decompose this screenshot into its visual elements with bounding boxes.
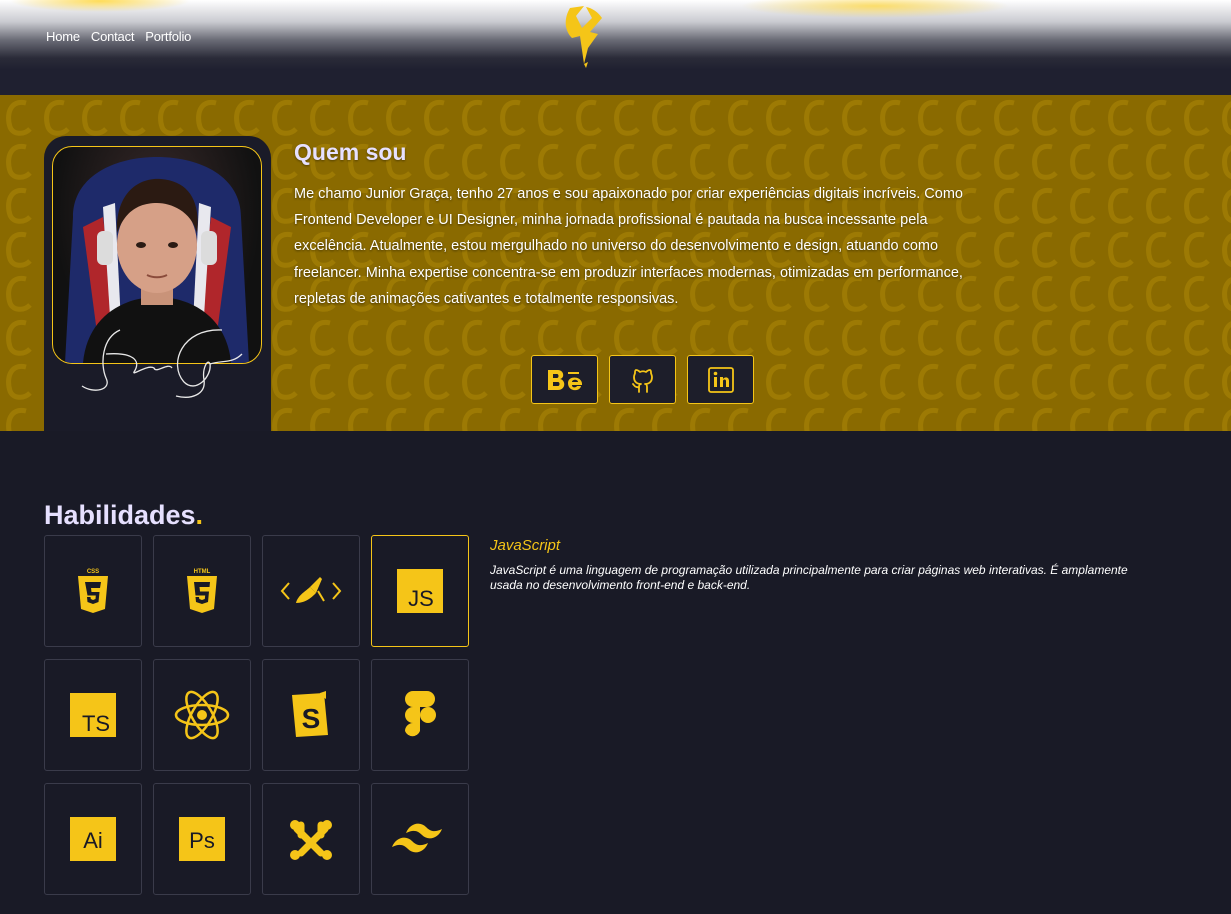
skill-tile-css[interactable]: CSS [44, 535, 142, 647]
skill-tile-photoshop[interactable]: Ps [153, 783, 251, 895]
skill-tile-storybook[interactable]: S [262, 659, 360, 771]
github-button[interactable] [609, 355, 676, 404]
skills-title-dot: . [195, 500, 204, 530]
svg-text:HTML: HTML [194, 569, 211, 575]
skill-tile-joomla[interactable] [262, 783, 360, 895]
react-icon [174, 690, 230, 740]
svg-text:Ps: Ps [189, 828, 215, 853]
nav-contact-link[interactable]: Contact [91, 29, 135, 44]
joomla-icon [290, 820, 332, 860]
linkedin-button[interactable] [687, 355, 754, 404]
skill-tile-typescript[interactable]: TS [44, 659, 142, 771]
main-nav: Home Contact Portfolio [46, 29, 191, 44]
lightning-logo-icon[interactable] [562, 4, 608, 68]
skills-title-text: Habilidades [44, 500, 196, 530]
github-icon [631, 368, 653, 393]
photoshop-icon: Ps [179, 817, 225, 861]
javascript-icon: JS [397, 569, 443, 613]
storybook-icon: S [292, 691, 328, 737]
skill-tile-react[interactable] [153, 659, 251, 771]
skill-tile-html[interactable]: HTML [153, 535, 251, 647]
skill-tile-illustrator[interactable]: Ai [44, 783, 142, 895]
svg-text:CSS: CSS [87, 569, 99, 575]
svg-text:S: S [302, 703, 321, 734]
skill-tile-tailwind[interactable] [371, 783, 469, 895]
svg-text:Ai: Ai [83, 828, 103, 853]
skill-detail-title: JavaScript [490, 537, 561, 554]
header-glow [740, 0, 1010, 18]
svg-text:TS: TS [82, 711, 110, 736]
behance-icon [547, 369, 582, 390]
skill-tile-javascript[interactable]: JS [371, 535, 469, 647]
css3-icon: CSS [78, 569, 108, 613]
site-header: Home Contact Portfolio [0, 0, 1231, 95]
skills-title: Habilidades. [44, 500, 203, 531]
typescript-icon: TS [70, 693, 116, 737]
skills-grid: CSS HTML JS TS S Ai Ps [44, 535, 469, 895]
code-tool-icon [280, 577, 342, 603]
about-section: Quem sou Me chamo Junior Graça, tenho 27… [0, 95, 1231, 431]
skill-detail-description: JavaScript é uma linguagem de programaçã… [490, 563, 1128, 592]
tailwind-icon [392, 823, 442, 853]
skill-tile-figma[interactable] [371, 659, 469, 771]
about-text: Me chamo Junior Graça, tenho 27 anos e s… [294, 186, 963, 307]
signature [81, 329, 243, 398]
html5-icon: HTML [187, 569, 217, 613]
linkedin-icon [707, 366, 734, 393]
figma-icon [405, 691, 436, 737]
illustrator-icon: Ai [70, 817, 116, 861]
skill-tile-code[interactable] [262, 535, 360, 647]
social-links [531, 355, 754, 404]
profile-card [44, 136, 271, 431]
header-glow [10, 0, 190, 12]
nav-portfolio-link[interactable]: Portfolio [145, 29, 191, 44]
behance-button[interactable] [531, 355, 598, 404]
svg-text:JS: JS [408, 586, 434, 611]
about-title: Quem sou [294, 139, 407, 165]
nav-home-link[interactable]: Home [46, 29, 80, 44]
